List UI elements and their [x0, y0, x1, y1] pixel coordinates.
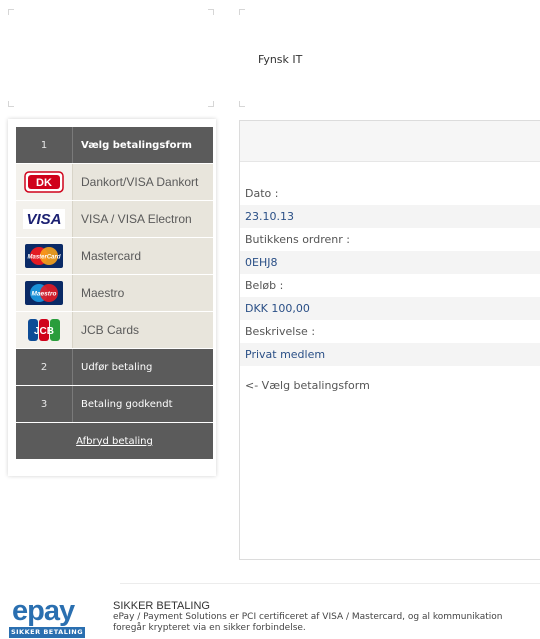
mastercard-logo-text: MasterCard: [27, 255, 60, 261]
card-option-label: VISA / VISA Electron: [81, 212, 192, 226]
order-details-panel: Dato : 23.10.13 Butikkens ordrenr : 0EHJ…: [239, 120, 540, 560]
step-number: 1: [16, 127, 73, 163]
details-header: [240, 121, 540, 162]
card-option-label: JCB Cards: [81, 323, 140, 337]
footer-text: ePay / Payment Solutions er PCI certific…: [113, 612, 503, 633]
payment-steps-panel: 1 Vælg betalingsform DK Dankort/VISA Dan…: [8, 119, 216, 476]
frame-corner: [8, 101, 14, 107]
card-option-label: Mastercard: [81, 249, 142, 263]
order-number-value: 0EHJ8: [240, 251, 540, 274]
shop-name: Fynsk IT: [258, 53, 303, 66]
jcb-icon: JCB: [28, 319, 60, 341]
jcb-logo-text: JCB: [34, 326, 54, 337]
frame-corner: [8, 9, 14, 15]
step-number: 3: [16, 386, 73, 422]
card-option-label: Maestro: [81, 286, 125, 300]
visa-logo-text: VISA: [26, 211, 61, 228]
dankort-logo-text: DK: [36, 177, 52, 189]
cancel-payment-link[interactable]: Afbryd betaling: [76, 436, 153, 447]
card-option-mastercard[interactable]: MasterCard Mastercard: [16, 238, 213, 275]
description-value: Privat medlem: [240, 343, 540, 366]
footer-title: SIKKER BETALING: [113, 600, 210, 612]
frame-corner: [239, 9, 245, 15]
card-option-label: Dankort/VISA Dankort: [81, 175, 199, 189]
frame-corner: [208, 101, 214, 107]
amount-label: Beløb :: [245, 279, 284, 292]
card-option-visa[interactable]: VISA VISA / VISA Electron: [16, 201, 213, 238]
cancel-row: Afbryd betaling: [16, 423, 213, 460]
card-option-maestro[interactable]: Maestro Maestro: [16, 275, 213, 312]
maestro-icon: Maestro: [25, 281, 63, 305]
step-label: Vælg betalingsform: [81, 139, 192, 151]
frame-corner: [208, 9, 214, 15]
epay-logo-sub: SIKKER BETALING: [9, 627, 85, 638]
date-label: Dato :: [245, 187, 279, 200]
date-value: 23.10.13: [240, 205, 540, 228]
description-label: Beskrivelse :: [245, 325, 316, 338]
frame-corner: [239, 101, 245, 107]
step-choose-payment: 1 Vælg betalingsform: [16, 127, 213, 164]
epay-logo-word: epay: [12, 595, 75, 627]
step-number: 2: [16, 349, 73, 385]
amount-value: DKK 100,00: [240, 297, 540, 320]
step-label: Udfør betaling: [81, 361, 153, 373]
footer-divider: [120, 583, 540, 584]
maestro-logo-text: Maestro: [32, 291, 57, 298]
epay-logo: epay SIKKER BETALING: [9, 595, 89, 638]
step-payment-approved: 3 Betaling godkendt: [16, 386, 213, 423]
choose-payment-hint: <- Vælg betalingsform: [245, 379, 370, 392]
visa-icon: VISA: [23, 209, 65, 229]
step-perform-payment: 2 Udfør betaling: [16, 349, 213, 386]
dankort-icon: DK: [24, 171, 64, 193]
step-label: Betaling godkendt: [81, 398, 173, 410]
card-option-dankort[interactable]: DK Dankort/VISA Dankort: [16, 164, 213, 201]
order-number-label: Butikkens ordrenr :: [245, 233, 350, 246]
mastercard-icon: MasterCard: [25, 244, 63, 268]
card-option-jcb[interactable]: JCB JCB Cards: [16, 312, 213, 349]
